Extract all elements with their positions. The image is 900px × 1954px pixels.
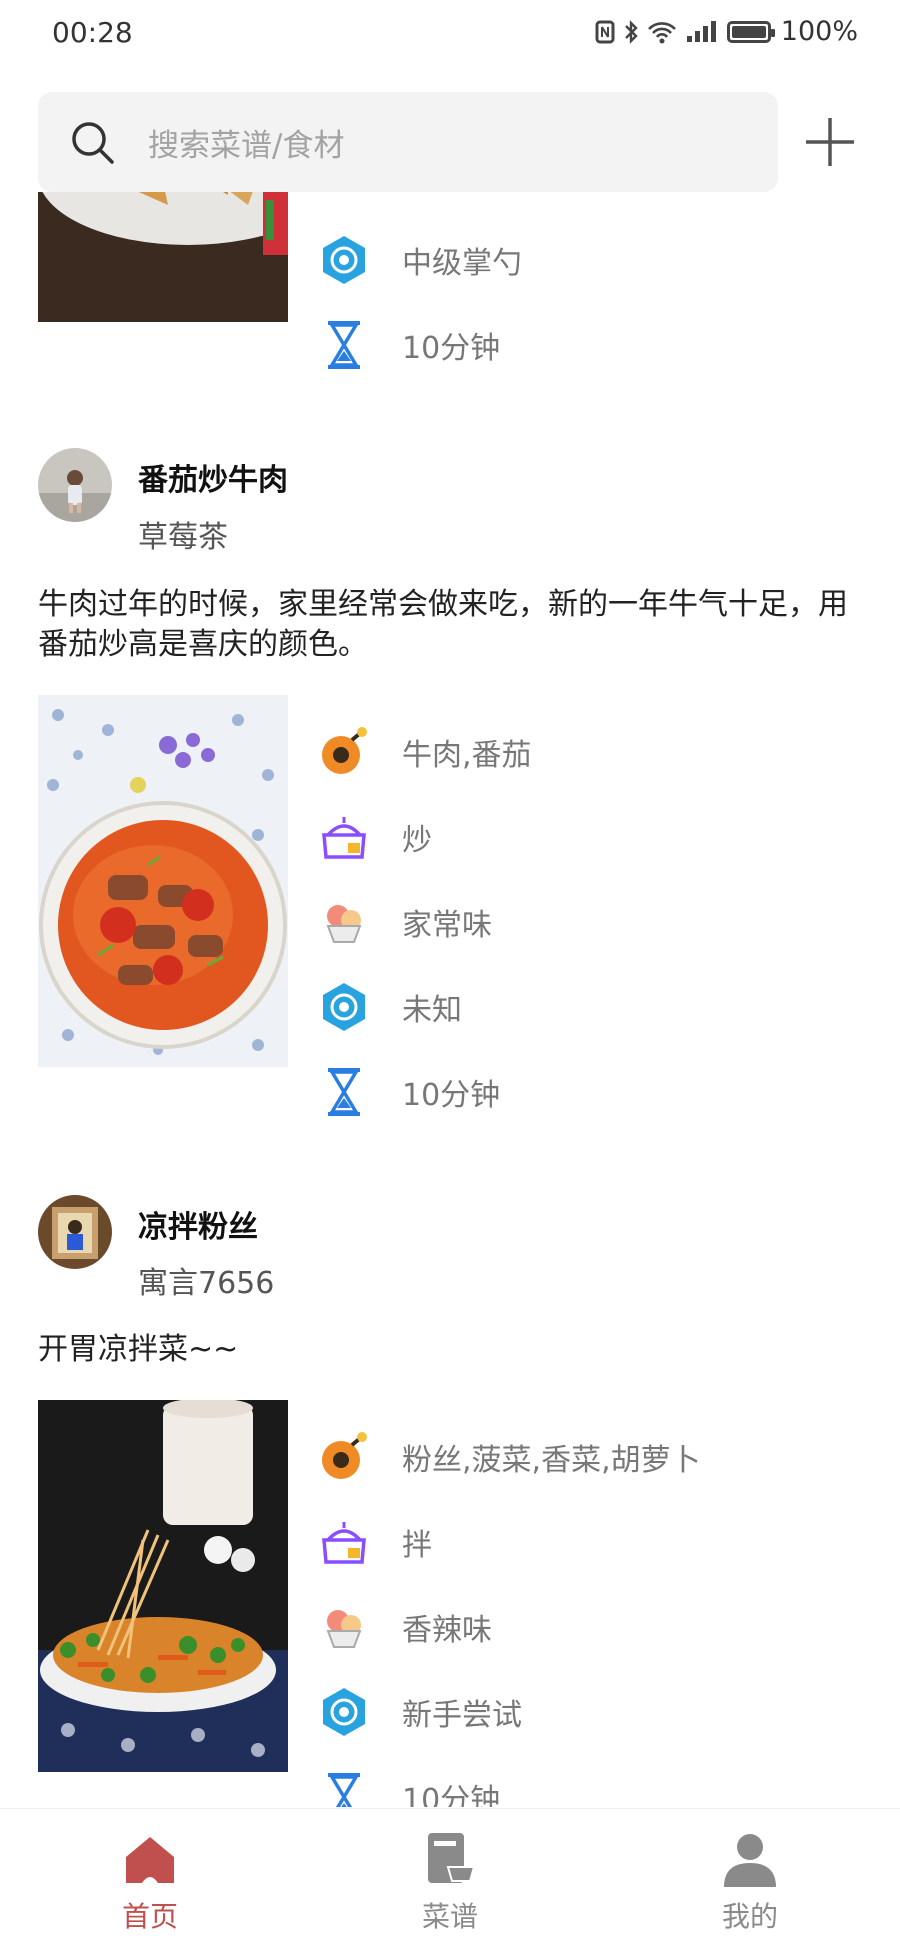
recipe-attribute: 炒 <box>318 807 432 867</box>
add-recipe-button[interactable] <box>800 112 860 172</box>
recipe-photo[interactable] <box>38 1400 288 1772</box>
status-bar: 00:28 100% <box>0 0 900 70</box>
recipe-photo[interactable] <box>38 192 288 322</box>
recipe-photo[interactable] <box>38 695 288 1067</box>
recipe-author[interactable]: 草莓茶 <box>138 512 228 556</box>
flavor-icon <box>326 905 362 943</box>
nav-profile[interactable]: 我的 <box>690 1829 810 1935</box>
hourglass-icon <box>328 1068 360 1116</box>
skill-level-icon <box>323 983 365 1031</box>
hourglass-icon <box>328 321 360 369</box>
recipe-attribute: 10分钟 <box>318 315 500 375</box>
wifi-icon <box>647 21 676 43</box>
avatar[interactable] <box>38 1195 112 1269</box>
recipe-attribute: 香辣味 <box>318 1597 492 1657</box>
status-time: 00:28 <box>52 16 133 49</box>
recipe-title[interactable]: 凉拌粉丝 <box>138 1202 258 1246</box>
avatar[interactable] <box>38 448 112 522</box>
recipe-attribute: 牛肉,番茄 <box>318 722 532 782</box>
battery-level: 100% <box>780 16 858 47</box>
recipe-attribute: 家常味 <box>318 892 492 952</box>
recipe-attribute: 新手尝试 <box>318 1682 522 1742</box>
recipe-attribute: 粉丝,菠菜,香菜,胡萝卜 <box>318 1427 701 1487</box>
nav-recipes[interactable]: 菜谱 <box>390 1829 510 1935</box>
recipe-attribute: 10分钟 <box>318 1062 500 1122</box>
search-bar[interactable]: 搜索菜谱/食材 <box>38 92 778 192</box>
search-input[interactable]: 搜索菜谱/食材 <box>148 120 344 165</box>
flavor-icon <box>326 1610 362 1648</box>
home-icon <box>126 1837 174 1883</box>
recipe-feed[interactable]: 中级掌勺 10分钟 番茄炒牛肉 草莓茶 牛肉过年的时候，家里经常会做来吃，新的一… <box>0 192 900 1807</box>
ingredient-icon <box>322 1432 367 1479</box>
nav-home[interactable]: 首页 <box>90 1829 210 1935</box>
recipe-attribute: 中级掌勺 <box>318 230 522 290</box>
battery-icon <box>726 20 775 43</box>
recipe-author[interactable]: 寓言7656 <box>138 1258 274 1302</box>
nfc-icon <box>595 20 615 43</box>
recipe-attribute: 拌 <box>318 1512 432 1572</box>
ingredient-icon <box>322 727 367 774</box>
recipe-attribute: 10分钟 <box>318 1767 500 1807</box>
bottom-nav: 首页 菜谱 我的 <box>0 1808 900 1954</box>
recipe-description: 牛肉过年的时候，家里经常会做来吃，新的一年牛气十足，用番茄炒高是喜庆的颜色。 <box>38 587 848 662</box>
recipe-attribute: 未知 <box>318 977 462 1037</box>
skill-level-icon <box>323 1688 365 1736</box>
status-icons: 100% <box>595 16 858 47</box>
recipe-title[interactable]: 番茄炒牛肉 <box>138 455 288 499</box>
search-icon <box>72 122 114 164</box>
profile-icon <box>724 1834 776 1887</box>
recipe-description: 开胃凉拌菜~~ <box>38 1332 239 1367</box>
hourglass-icon <box>328 1773 360 1807</box>
bluetooth-icon <box>624 19 638 44</box>
cooking-method-icon <box>322 817 366 859</box>
cooking-method-icon <box>322 1522 366 1564</box>
recipe-book-icon <box>428 1833 476 1883</box>
signal-icon <box>686 20 716 42</box>
skill-level-icon <box>323 236 365 284</box>
